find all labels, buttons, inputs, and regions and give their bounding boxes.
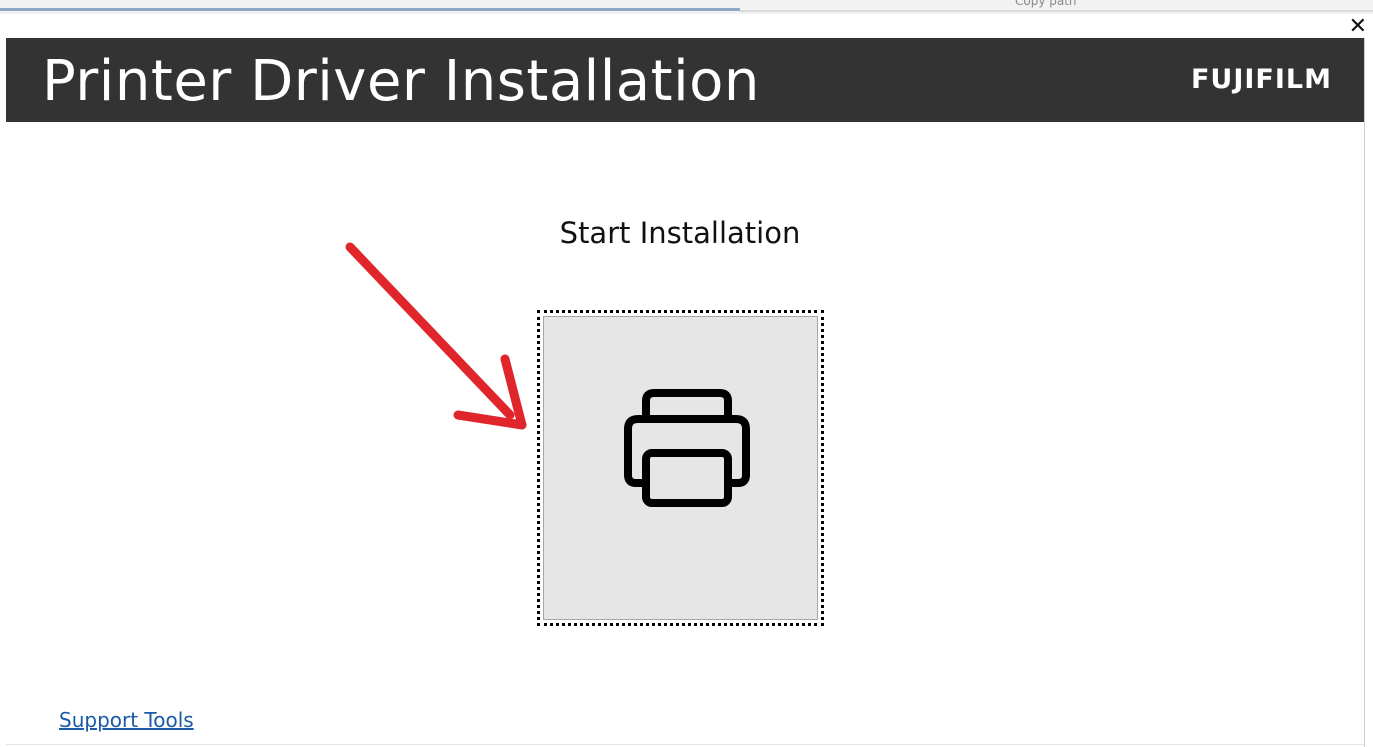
background-window-strip: Copy path (0, 0, 1373, 14)
close-button[interactable]: ✕ (1349, 16, 1367, 38)
installer-window: Copy path _ ✕ Printer Driver Installatio… (0, 0, 1373, 747)
install-button-face[interactable] (543, 316, 818, 620)
background-divider-gray (740, 10, 1373, 12)
red-arrow-icon (345, 242, 527, 430)
background-window-text: Copy path (1015, 0, 1077, 8)
minimize-button[interactable]: _ (1333, 18, 1343, 38)
window-controls: _ ✕ (1333, 12, 1367, 39)
background-divider (0, 8, 740, 11)
start-installation-button[interactable] (537, 310, 824, 626)
start-installation-label: Start Installation (559, 216, 801, 250)
window-border-right (1364, 38, 1365, 747)
window-title: Printer Driver Installation (42, 49, 760, 114)
printer-icon (624, 389, 750, 507)
header-bar: Printer Driver Installation FUJIFILM (6, 38, 1364, 122)
brand-logo: FUJIFILM (1190, 64, 1332, 95)
support-tools-link[interactable]: Support Tools (59, 707, 194, 733)
window-border-bottom (6, 744, 1364, 745)
